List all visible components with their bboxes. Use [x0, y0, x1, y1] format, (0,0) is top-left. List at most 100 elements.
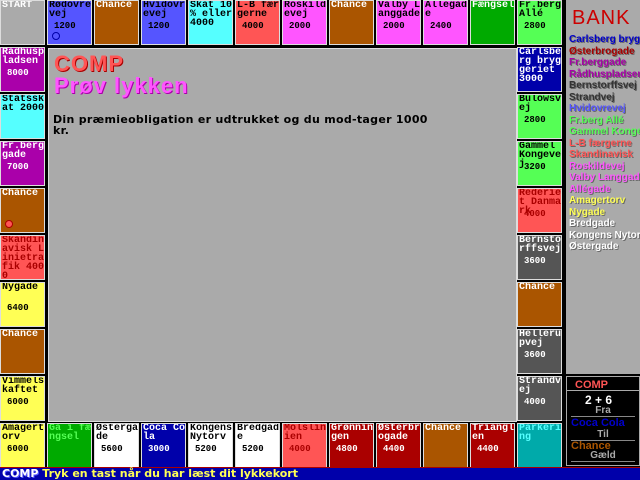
board-square[interactable]: Østergade 5600: [93, 422, 140, 469]
square-name: Chance: [425, 423, 462, 434]
board-square[interactable]: Vimmelskaftet 6000: [0, 375, 46, 422]
board-square[interactable]: Fr.berggade 7000: [0, 140, 46, 187]
board-square[interactable]: Rådhuspladsen 8000: [0, 46, 46, 93]
debt-label: Gæld: [571, 450, 635, 462]
board-square[interactable]: Carlsberg bryggeriet 3000: [516, 46, 563, 93]
square-name: Østergade: [96, 423, 139, 443]
bank-property: Allégade: [569, 183, 611, 195]
board-square[interactable]: Statsskat 2000: [0, 93, 46, 140]
divider: [567, 390, 639, 391]
board-square[interactable]: Chance: [328, 0, 375, 46]
square-name: Chance: [519, 282, 556, 293]
board-square[interactable]: Chance: [0, 328, 46, 375]
square-price: 3200: [524, 162, 546, 172]
bank-property: Gammel Kongevej: [569, 126, 640, 137]
square-name: Molslinien: [284, 423, 327, 443]
card-title: Prøv lykken: [54, 73, 189, 98]
bank-property: Strandvej: [569, 91, 615, 103]
square-name: Statsskat 2000: [2, 94, 45, 114]
square-price: 1200: [148, 21, 170, 31]
square-price: 4000: [289, 444, 311, 454]
square-price: 1200: [54, 21, 76, 31]
board-square[interactable]: Nygade 6400: [0, 281, 46, 328]
bank-property: L-B færgerne: [569, 137, 632, 149]
board-square[interactable]: Molslinien 4000: [281, 422, 328, 469]
board-square[interactable]: Rederiet Danmark 4000: [516, 187, 563, 234]
square-name: Allégade: [425, 0, 468, 20]
board-square[interactable]: Fængsel: [469, 0, 516, 46]
square-price: 2400: [430, 21, 452, 31]
square-price: 7000: [7, 162, 29, 172]
bank-property: Bernstorffsvej: [569, 80, 637, 91]
square-name: Grønningen: [331, 423, 374, 443]
square-price: 3600: [524, 256, 546, 266]
square-name: Chance: [331, 0, 368, 11]
status-bar: COMP Tryk en tast når du har læst dit ly…: [0, 467, 640, 480]
square-name: Vimmelskaftet: [2, 376, 45, 396]
square-price: 5200: [242, 444, 264, 454]
square-name: Østerbrogade: [378, 423, 421, 443]
board-square[interactable]: Bülowsvej 2800: [516, 93, 563, 140]
square-name: Coca Cola: [143, 423, 186, 443]
square-name: Bernstorffsvej: [519, 235, 562, 255]
square-name: Fængsel: [472, 0, 515, 11]
square-name: Valby Langgade: [378, 0, 421, 20]
square-price: 6000: [7, 444, 29, 454]
board-square[interactable]: Strandvej 4000: [516, 375, 563, 422]
board-square[interactable]: Chance: [422, 422, 469, 469]
square-name: Skat 10 % eller 4000: [190, 0, 233, 29]
square-price: 4000: [524, 397, 546, 407]
square-name: Bülowsvej: [519, 94, 562, 114]
board-square[interactable]: Fr.berg Allé 2800: [516, 0, 563, 46]
board-square[interactable]: Parkering: [516, 422, 563, 469]
board-square[interactable]: Hvidovrevej 1200: [140, 0, 187, 46]
square-price: 2800: [524, 115, 546, 125]
board-square[interactable]: Roskildevej 2000: [281, 0, 328, 46]
square-name: Roskildevej: [284, 0, 327, 20]
square-price: 2000: [383, 21, 405, 31]
square-name: Strandvej: [519, 376, 562, 396]
square-name: START: [2, 0, 33, 11]
board-square[interactable]: Skat 10 % eller 4000: [187, 0, 234, 46]
board-square[interactable]: Gå i fængsel: [46, 422, 93, 469]
monopoly-screen: START Rødovrevej 1200 Chance Hvidovrevej 1200…: [0, 0, 640, 480]
board-square[interactable]: Grønningen 4800: [328, 422, 375, 469]
board-square[interactable]: Chance: [0, 187, 46, 234]
square-price: 2000: [289, 21, 311, 31]
bank-property: Nygade: [569, 206, 606, 218]
square-name: Chance: [96, 0, 133, 11]
square-price: 3600: [524, 350, 546, 360]
square-name: Bredgade: [237, 423, 280, 443]
board-square[interactable]: Gammel Kongevej 3200: [516, 140, 563, 187]
board-square[interactable]: Allégade 2400: [422, 0, 469, 46]
board-square[interactable]: START: [0, 0, 46, 46]
board-square[interactable]: Bredgade 5200: [234, 422, 281, 469]
square-price: 6400: [7, 303, 29, 313]
board-square[interactable]: Østerbrogade 4400: [375, 422, 422, 469]
square-price: 6000: [7, 397, 29, 407]
board-square[interactable]: L-B færgerne 4000: [234, 0, 281, 46]
board-square[interactable]: Hellerupvej 3600: [516, 328, 563, 375]
player-token: [5, 220, 13, 228]
board-square[interactable]: Bernstorffsvej 3600: [516, 234, 563, 281]
square-price: 4000: [524, 209, 546, 219]
board-square[interactable]: Coca Cola 3000: [140, 422, 187, 469]
board-square[interactable]: Rødovrevej 1200: [46, 0, 93, 46]
status-player: COMP: [2, 467, 39, 480]
square-name: Chance: [2, 188, 39, 199]
square-price: 3000: [148, 444, 170, 454]
bank-property: Roskildevej: [569, 160, 625, 172]
square-price: 4000: [242, 21, 264, 31]
bank-property: Valby Langgade: [569, 172, 640, 183]
board-square[interactable]: Chance: [93, 0, 140, 46]
board-square[interactable]: Skandinavisk Linietrafik 4000: [0, 234, 46, 281]
board-square[interactable]: Kongens Nytorv 5200: [187, 422, 234, 469]
square-name: Hellerupvej: [519, 329, 562, 349]
board-square[interactable]: Chance: [516, 281, 563, 328]
board-square[interactable]: Amagertorv 6000: [0, 422, 46, 469]
board-square[interactable]: Trianglen 4400: [469, 422, 516, 469]
square-name: Carlsberg bryggeriet 3000: [519, 47, 562, 85]
square-price: 4400: [477, 444, 499, 454]
board-square[interactable]: Valby Langgade 2000: [375, 0, 422, 46]
square-name: Skandinavisk Linietrafik 4000: [2, 235, 45, 280]
